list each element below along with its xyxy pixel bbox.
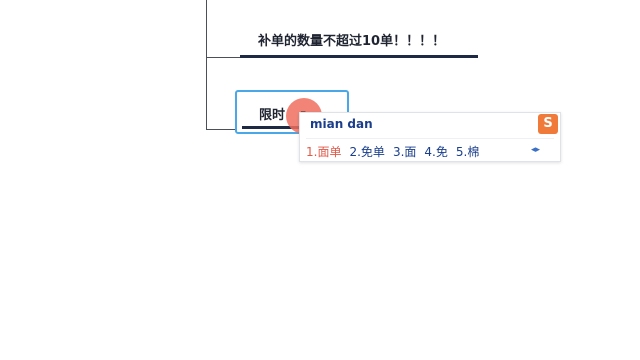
ime-next-page-icon[interactable]: ▸ xyxy=(535,145,540,155)
ime-logo-icon[interactable]: S xyxy=(538,114,558,134)
connector-branch xyxy=(206,129,238,130)
node-text-input[interactable]: 限时 xyxy=(259,104,285,123)
ime-divider xyxy=(306,138,554,139)
ime-candidate[interactable]: 1.面单 xyxy=(306,143,341,160)
mindmap-node[interactable]: 补单的数量不超过10单！！！！ xyxy=(240,28,478,58)
ime-candidate[interactable]: 5.棉 xyxy=(456,143,479,160)
ime-candidate[interactable]: 2.免单 xyxy=(349,143,384,160)
node-underline xyxy=(240,55,478,58)
mindmap-canvas[interactable]: 补单的数量不超过10单！！！！ 限时 I mian dan S 1.面单 2.免… xyxy=(0,0,640,360)
ime-candidate[interactable]: 4.免 xyxy=(424,143,447,160)
connector-line xyxy=(206,0,207,130)
ime-pager: ◂▸ xyxy=(531,145,540,155)
node-label: 补单的数量不超过10单！！！！ xyxy=(258,34,446,49)
ime-candidate-list: 1.面单 2.免单 3.面 4.免 5.棉 xyxy=(306,143,479,160)
ime-pinyin-composition: mian dan xyxy=(310,117,373,131)
ime-candidate-window[interactable]: mian dan S 1.面单 2.免单 3.面 4.免 5.棉 ◂▸ xyxy=(299,112,561,162)
connector-branch xyxy=(206,57,240,58)
ime-candidate[interactable]: 3.面 xyxy=(393,143,416,160)
